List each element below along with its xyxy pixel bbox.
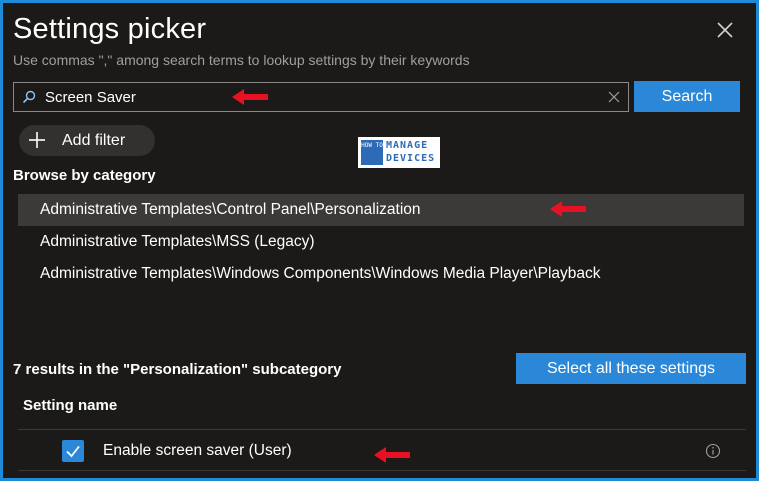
results-summary: 7 results in the "Personalization" subca… xyxy=(13,361,342,378)
dialog-title: Settings picker xyxy=(13,13,207,45)
setting-name-column-header[interactable]: Setting name xyxy=(23,397,117,414)
search-button[interactable]: Search xyxy=(634,81,740,112)
category-item-media-player-playback[interactable]: Administrative Templates\Windows Compone… xyxy=(18,258,744,290)
add-filter-label: Add filter xyxy=(62,132,126,149)
settings-picker-dialog: Settings picker Use commas "," among sea… xyxy=(3,3,756,478)
search-icon xyxy=(22,90,36,104)
category-item-personalization[interactable]: Administrative Templates\Control Panel\P… xyxy=(18,194,744,226)
setting-checkbox[interactable] xyxy=(62,440,84,462)
annotation-arrow-icon xyxy=(374,447,410,463)
watermark-small-text: HOW TO xyxy=(361,140,383,165)
select-all-settings-button[interactable]: Select all these settings xyxy=(516,353,746,384)
browse-by-category-heading: Browse by category xyxy=(13,167,156,184)
dialog-subtitle: Use commas "," among search terms to loo… xyxy=(13,52,470,68)
setting-label: Enable screen saver (User) xyxy=(103,442,292,459)
annotation-arrow-icon xyxy=(232,89,268,105)
category-list: Administrative Templates\Control Panel\P… xyxy=(18,194,744,290)
watermark-logo: HOW TO MANAGE DEVICES xyxy=(358,137,440,168)
category-item-mss-legacy[interactable]: Administrative Templates\MSS (Legacy) xyxy=(18,226,744,258)
add-filter-button[interactable]: Add filter xyxy=(19,125,155,156)
clear-search-icon[interactable] xyxy=(608,91,620,103)
info-icon[interactable] xyxy=(705,443,721,459)
close-icon[interactable] xyxy=(715,20,735,40)
search-input-value: Screen Saver xyxy=(45,89,136,106)
annotation-arrow-icon xyxy=(550,201,586,217)
watermark-line2: DEVICES xyxy=(386,153,436,164)
watermark-line1: MANAGE xyxy=(386,140,429,151)
checkmark-icon xyxy=(66,445,80,458)
plus-icon xyxy=(29,132,45,148)
row-divider xyxy=(18,470,746,471)
search-input[interactable]: Screen Saver xyxy=(13,82,629,112)
